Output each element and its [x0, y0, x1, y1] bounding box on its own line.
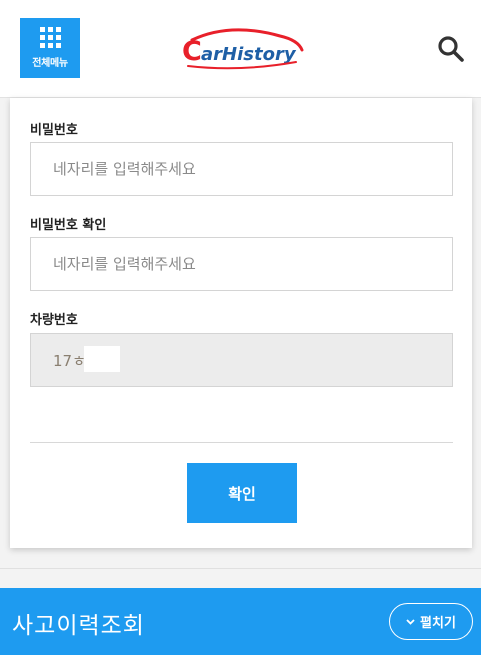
section-divider: [0, 568, 481, 569]
car-number-mask: [84, 346, 120, 372]
accident-history-title: 사고이력조회: [12, 613, 145, 639]
full-menu-button[interactable]: 전체메뉴: [20, 18, 80, 78]
svg-text:arHistory: arHistory: [201, 44, 297, 65]
svg-text:C: C: [182, 36, 202, 67]
confirm-button[interactable]: 확인: [187, 463, 297, 523]
accident-history-section: 사고이력조회 펼치기: [0, 588, 481, 655]
expand-button[interactable]: 펼치기: [389, 603, 473, 640]
header: 전체메뉴 C arHistory: [0, 0, 481, 98]
form-card: 비밀번호 비밀번호 확인 차량번호 확인: [10, 98, 472, 548]
chevron-down-icon: [406, 615, 415, 628]
password-input[interactable]: [30, 142, 453, 196]
password-confirm-input[interactable]: [30, 237, 453, 291]
carhistory-logo[interactable]: C arHistory: [180, 26, 306, 74]
divider: [30, 442, 453, 443]
menu-label: 전체메뉴: [32, 58, 68, 69]
search-icon[interactable]: [437, 35, 465, 63]
password-label: 비밀번호: [30, 123, 78, 138]
password-confirm-label: 비밀번호 확인: [30, 218, 107, 233]
grid-menu-icon: [39, 27, 61, 48]
expand-label: 펼치기: [420, 616, 456, 631]
car-number-label: 차량번호: [30, 313, 78, 328]
